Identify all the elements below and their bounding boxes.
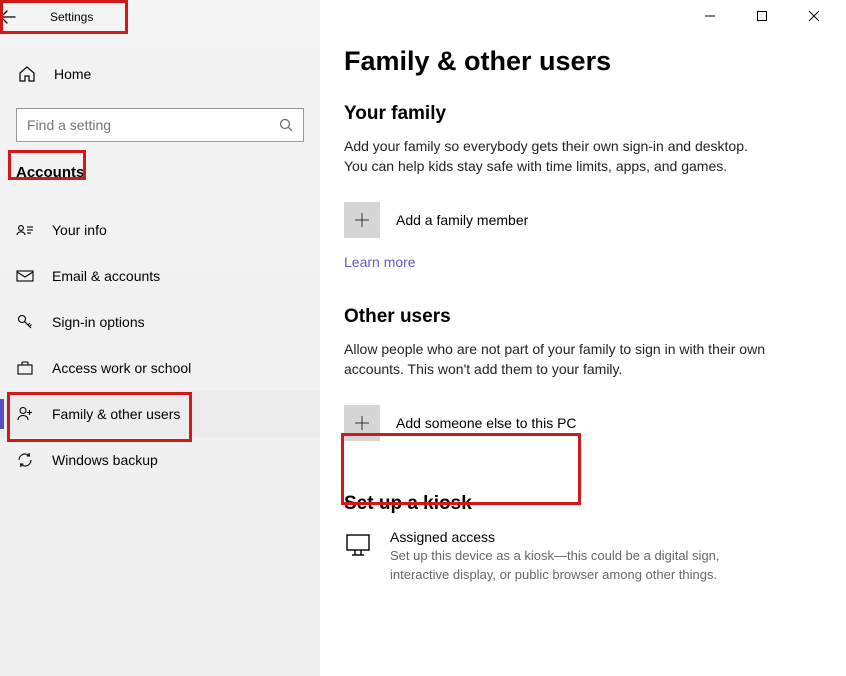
search-box[interactable]: [16, 108, 304, 142]
home-icon: [18, 65, 36, 83]
page-title: Family & other users: [344, 46, 812, 77]
other-users-heading: Other users: [344, 306, 812, 328]
nav-item-label: Windows backup: [52, 452, 158, 468]
nav-home-label: Home: [54, 66, 91, 82]
nav-your-info[interactable]: Your info: [0, 207, 320, 253]
search-icon: [279, 118, 293, 132]
nav-item-label: Email & accounts: [52, 268, 160, 284]
person-plus-icon: [16, 405, 34, 423]
add-other-label: Add someone else to this PC: [396, 415, 577, 431]
plus-icon: [344, 202, 380, 238]
family-heading: Your family: [344, 103, 812, 125]
mail-icon: [16, 267, 34, 285]
close-button[interactable]: [808, 10, 836, 22]
add-family-member-button[interactable]: Add a family member: [344, 196, 812, 244]
nav-list: Your info Email & accounts Sign-in optio…: [0, 207, 320, 483]
sync-icon: [16, 451, 34, 469]
nav-family-other-users[interactable]: Family & other users: [0, 391, 320, 437]
nav-home[interactable]: Home: [0, 54, 320, 94]
minimize-button[interactable]: [704, 10, 732, 22]
family-desc: Add your family so everybody gets their …: [344, 137, 774, 176]
add-family-label: Add a family member: [396, 212, 528, 228]
window-title: Settings: [44, 10, 93, 24]
nav-item-label: Sign-in options: [52, 314, 145, 330]
person-card-icon: [16, 221, 34, 239]
settings-sidebar: Settings Home Accounts Your info: [0, 0, 320, 676]
monitor-icon: [344, 531, 372, 559]
main-content: Family & other users Your family Add you…: [320, 0, 846, 676]
titlebar: Settings: [0, 0, 320, 34]
nav-item-label: Family & other users: [52, 406, 180, 422]
window-controls: [704, 10, 836, 22]
kiosk-item-desc: Set up this device as a kiosk—this could…: [390, 547, 770, 583]
nav-item-label: Your info: [52, 222, 107, 238]
maximize-button[interactable]: [756, 10, 784, 22]
nav-item-label: Access work or school: [52, 360, 191, 376]
kiosk-heading: Set up a kiosk: [344, 493, 812, 515]
plus-icon: [344, 405, 380, 441]
add-other-user-button[interactable]: Add someone else to this PC: [344, 399, 812, 447]
other-users-desc: Allow people who are not part of your fa…: [344, 340, 774, 379]
back-arrow-icon: [0, 9, 16, 25]
search-input[interactable]: [27, 117, 279, 133]
back-button[interactable]: [0, 9, 44, 25]
kiosk-item-title: Assigned access: [390, 529, 770, 545]
assigned-access-button[interactable]: Assigned access Set up this device as a …: [344, 529, 812, 583]
nav-access-work[interactable]: Access work or school: [0, 345, 320, 391]
nav-windows-backup[interactable]: Windows backup: [0, 437, 320, 483]
learn-more-link[interactable]: Learn more: [344, 254, 416, 270]
briefcase-icon: [16, 359, 34, 377]
key-icon: [16, 313, 34, 331]
nav-email-accounts[interactable]: Email & accounts: [0, 253, 320, 299]
sidebar-section-header: Accounts: [0, 156, 320, 187]
nav-signin-options[interactable]: Sign-in options: [0, 299, 320, 345]
